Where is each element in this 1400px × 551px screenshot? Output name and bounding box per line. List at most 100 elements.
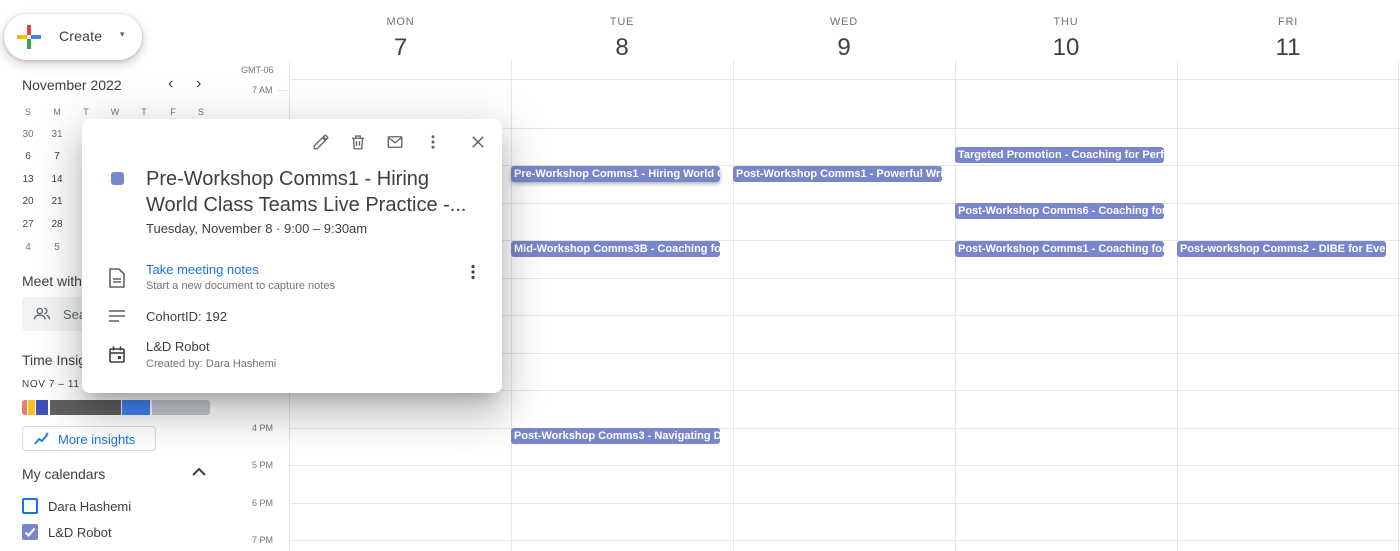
calendar-event[interactable]: Post-workshop Comms2 - DIBE for Every [1177, 241, 1386, 257]
day-column-line [1398, 60, 1399, 551]
day-header-fri[interactable]: FRI 11 [1177, 0, 1399, 62]
create-button[interactable]: Create ▾ [4, 14, 142, 60]
notes-more-options-icon[interactable] [466, 264, 480, 280]
day-number: 8 [615, 34, 629, 61]
calendar-event[interactable]: Pre-Workshop Comms1 - Hiring World C [511, 166, 720, 182]
check-icon [24, 527, 36, 537]
calendar-checkbox-dara-hashemi[interactable] [22, 498, 38, 514]
weekday-label: M [53, 107, 61, 117]
weekday-label: W [110, 107, 120, 117]
calendar-event[interactable]: Mid-Workshop Comms3B - Coaching for [511, 241, 720, 257]
weekday-label: S [24, 107, 31, 117]
notes-subtitle: Start a new document to capture notes [146, 280, 335, 292]
time-insights-segment [22, 400, 27, 415]
mini-day[interactable]: 20 [18, 196, 38, 207]
calendar-event[interactable]: Post-Workshop Comms1 - Powerful Writ [733, 166, 942, 182]
more-insights-button[interactable]: More insights [22, 426, 156, 451]
day-header-mon[interactable]: MON 7 [290, 0, 511, 62]
grid-divider [289, 79, 1400, 80]
day-number: 11 [1275, 34, 1301, 61]
meet-with-heading: Meet with [22, 273, 82, 289]
day-of-week: THU [1053, 16, 1079, 28]
create-label: Create [59, 28, 103, 44]
day-column-line [511, 60, 512, 551]
calendar-event[interactable]: Targeted Promotion - Coaching for Perfo [955, 147, 1164, 163]
mini-day[interactable]: 31 [47, 129, 67, 140]
day-number: 10 [1052, 34, 1080, 61]
more-insights-label: More insights [58, 432, 136, 447]
event-description: CohortID: 192 [146, 309, 227, 324]
hour-label: 5 PM [252, 460, 274, 470]
day-of-week: FRI [1277, 16, 1299, 28]
calendar-icon [109, 346, 125, 363]
calendar-event[interactable]: Post-Workshop Comms1 - Coaching for [955, 241, 1164, 257]
time-insights-range: NOV 7 – 11 [22, 379, 80, 390]
more-options-icon[interactable] [424, 133, 442, 151]
email-icon[interactable] [386, 133, 404, 151]
day-of-week: MON [386, 16, 415, 28]
time-insights-segment [36, 400, 48, 415]
day-header-wed[interactable]: WED 9 [733, 0, 955, 62]
timezone-label: GMT-06 [241, 65, 274, 75]
day-column-line [733, 60, 734, 551]
weekday-label: T [83, 107, 89, 117]
weekday-label: T [141, 107, 147, 117]
mini-day[interactable]: 21 [47, 196, 67, 207]
time-insights-heading: Time Insig [22, 352, 87, 368]
time-insights-segment [28, 400, 35, 415]
mini-calendar-month: November 2022 [22, 77, 122, 93]
event-creator: Created by: Dara Hashemi [146, 358, 277, 370]
mini-day[interactable]: 7 [47, 151, 67, 162]
event-color-swatch [111, 172, 124, 185]
hour-line [289, 465, 1400, 466]
day-header-tue[interactable]: TUE 8 [511, 0, 733, 62]
prev-month-icon[interactable]: ‹ [168, 75, 173, 93]
hour-line [289, 428, 1400, 429]
create-dropdown-icon[interactable]: ▾ [120, 29, 125, 40]
day-header-thu[interactable]: THU 10 [955, 0, 1177, 62]
event-details-popup: Pre-Workshop Comms1 - Hiring World Class… [82, 119, 502, 393]
day-of-week: TUE [609, 16, 635, 28]
calendar-checkbox-ld-robot[interactable] [22, 524, 38, 540]
take-meeting-notes-link[interactable]: Take meeting notes [146, 262, 259, 277]
calendar-event[interactable]: Post-Workshop Comms6 - Coaching for [955, 203, 1164, 219]
hour-label: 7 AM [252, 85, 273, 95]
event-calendar-name: L&D Robot [146, 339, 210, 354]
event-title-line: World Class Teams Live Practice -... [146, 194, 467, 216]
time-insights-segment [122, 400, 150, 415]
day-of-week: WED [829, 16, 859, 28]
hour-label: 7 PM [252, 535, 274, 545]
mini-day[interactable]: 13 [18, 174, 38, 185]
mini-day[interactable]: 28 [47, 219, 67, 230]
description-icon [109, 310, 125, 322]
weekday-label: F [170, 107, 176, 117]
mini-day[interactable]: 30 [18, 129, 38, 140]
calendar-event[interactable]: Post-Workshop Comms3 - Navigating Di [511, 428, 720, 444]
time-insights-segment [152, 400, 210, 415]
document-icon [109, 268, 125, 288]
day-column-line [1177, 60, 1178, 551]
close-icon[interactable] [469, 133, 487, 151]
mini-day[interactable]: 5 [47, 242, 67, 253]
event-title-line: Pre-Workshop Comms1 - Hiring [146, 168, 430, 190]
time-insights-segment [50, 400, 121, 415]
mini-day[interactable]: 27 [18, 219, 38, 230]
day-number: 9 [837, 34, 851, 61]
day-column-line [955, 60, 956, 551]
edit-icon[interactable] [312, 133, 330, 151]
calendar-name: Dara Hashemi [48, 499, 132, 514]
mini-day[interactable]: 14 [47, 174, 67, 185]
mini-day[interactable]: 4 [18, 242, 38, 253]
hour-label: 6 PM [252, 498, 274, 508]
mini-day[interactable]: 6 [18, 151, 38, 162]
next-month-icon[interactable]: › [196, 75, 201, 93]
my-calendars-heading: My calendars [22, 466, 106, 482]
hour-tick [278, 90, 289, 91]
people-icon [33, 307, 51, 320]
day-number: 7 [393, 34, 408, 61]
calendar-name: L&D Robot [48, 525, 112, 540]
chevron-up-icon[interactable] [191, 466, 207, 478]
event-datetime: Tuesday, November 8 · 9:00 – 9:30am [146, 221, 368, 236]
hour-line [289, 540, 1400, 541]
delete-icon[interactable] [349, 133, 367, 151]
